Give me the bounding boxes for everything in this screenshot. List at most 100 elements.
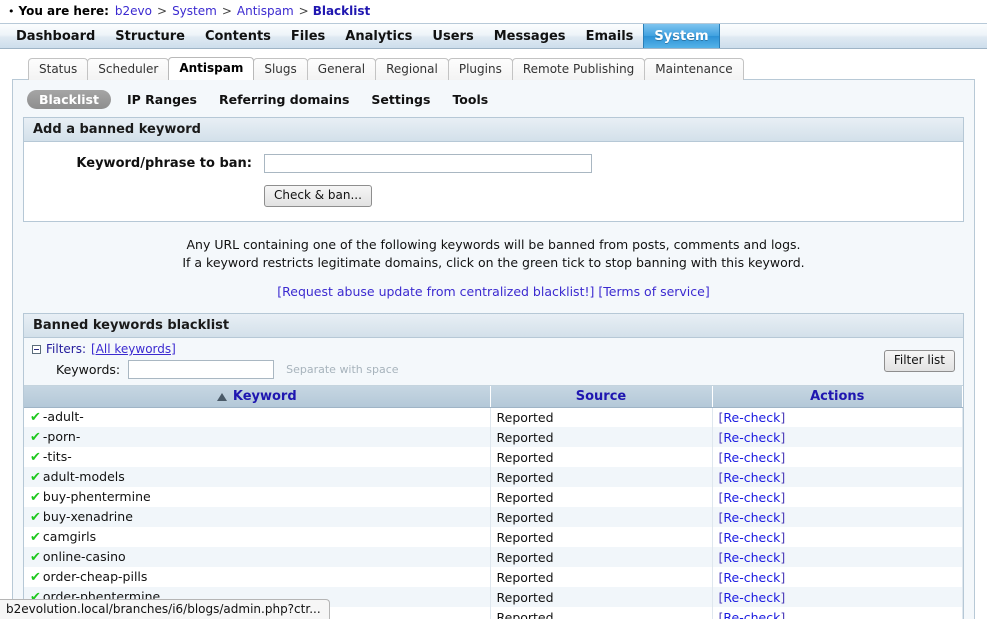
cell-keyword: ✔ camgirls (24, 527, 491, 547)
sort-ascending-icon (216, 392, 227, 401)
tab-plugins[interactable]: Plugins (447, 58, 513, 80)
cell-actions: [Re-check] (712, 507, 963, 527)
cell-actions: [Re-check] (712, 567, 963, 587)
cell-source: Reported (490, 427, 713, 447)
cell-keyword: ✔ buy-phentermine (24, 487, 491, 507)
keyword-ban-label: Keyword/phrase to ban: (76, 156, 252, 171)
sub-tab-bar: Blacklist IP Ranges Referring domains Setti… (23, 88, 964, 117)
tab-general[interactable]: General (306, 58, 377, 80)
subtab-settings[interactable]: Settings (371, 92, 430, 107)
keywords-filter-row: Keywords: Separate with space (32, 360, 955, 379)
green-tick-icon[interactable]: ✔ (30, 510, 41, 525)
tab-regional[interactable]: Regional (375, 58, 449, 80)
nav-item-structure[interactable]: Structure (105, 24, 195, 48)
nav-item-users[interactable]: Users (422, 24, 483, 48)
cell-source: Reported (490, 567, 713, 587)
recheck-link[interactable]: Re-check (723, 430, 780, 445)
breadcrumb-item-b2evo[interactable]: b2evo (115, 4, 152, 18)
cell-source: Reported (490, 467, 713, 487)
recheck-link[interactable]: Re-check (723, 590, 780, 605)
recheck-link[interactable]: Re-check (723, 510, 780, 525)
green-tick-icon[interactable]: ✔ (30, 530, 41, 545)
notes-line-1: Any URL containing one of the following … (186, 237, 801, 252)
cell-actions: [Re-check] (712, 487, 963, 507)
notes-links: [Request abuse update from centralized b… (23, 283, 964, 301)
add-banned-keyword-body: Keyword/phrase to ban: Check & ban... (24, 142, 963, 221)
keyword-text: adult-models (42, 469, 125, 484)
cell-keyword: ✔ buy-xenadrine (24, 507, 491, 527)
notes-line-2: If a keyword restricts legitimate domain… (182, 255, 805, 270)
green-tick-icon[interactable]: ✔ (30, 450, 41, 465)
nav-item-messages[interactable]: Messages (484, 24, 576, 48)
green-tick-icon[interactable]: ✔ (30, 490, 41, 505)
green-tick-icon[interactable]: ✔ (30, 410, 41, 425)
tab-antispam[interactable]: Antispam (168, 57, 255, 80)
breadcrumb-item-antispam[interactable]: Antispam (237, 4, 294, 18)
breadcrumb-separator: > (298, 4, 309, 18)
keyword-text: online-casino (42, 549, 126, 564)
cell-keyword: ✔ -adult- (24, 407, 491, 427)
bracket-close: ] (780, 449, 786, 465)
recheck-link[interactable]: Re-check (723, 410, 780, 425)
nav-item-files[interactable]: Files (281, 24, 335, 48)
subtab-blacklist[interactable]: Blacklist (27, 90, 111, 109)
recheck-link[interactable]: Re-check (723, 550, 780, 565)
recheck-link[interactable]: Re-check (723, 570, 780, 585)
column-header-actions-label: Actions (810, 388, 865, 404)
breadcrumb-bullet-icon: • (8, 4, 15, 18)
cell-actions: [Re-check] (712, 467, 963, 487)
keyword-text: camgirls (42, 529, 97, 544)
cell-source: Reported (490, 607, 713, 619)
nav-item-contents[interactable]: Contents (195, 24, 281, 48)
check-and-ban-button[interactable]: Check & ban... (264, 185, 372, 207)
table-row: ✔ online-casino Reported [Re-check] (24, 547, 963, 567)
green-tick-icon[interactable]: ✔ (30, 550, 41, 565)
tab-slugs[interactable]: Slugs (253, 58, 308, 80)
keyword-text: buy-phentermine (42, 489, 151, 504)
tab-scheduler[interactable]: Scheduler (87, 58, 170, 80)
add-banned-keyword-title: Add a banned keyword (24, 118, 963, 142)
keyword-text: -porn- (42, 429, 81, 444)
subtab-referring-domains[interactable]: Referring domains (219, 92, 349, 107)
keyword-ban-input[interactable] (264, 154, 592, 173)
request-abuse-update-link[interactable]: Request abuse update from centralized bl… (282, 284, 589, 299)
recheck-link[interactable]: Re-check (723, 490, 780, 505)
subtab-ip-ranges[interactable]: IP Ranges (127, 92, 197, 107)
nav-item-emails[interactable]: Emails (576, 24, 644, 48)
cell-actions: [Re-check] (712, 607, 963, 619)
bracket-close: ] (780, 409, 786, 425)
terms-of-service-link[interactable]: Terms of service (603, 284, 705, 299)
recheck-link[interactable]: Re-check (723, 470, 780, 485)
green-tick-icon[interactable]: ✔ (30, 570, 41, 585)
table-row: ✔ order-cheap-pills Reported [Re-check] (24, 567, 963, 587)
tab-status[interactable]: Status (28, 58, 89, 80)
table-row: ✔ -adult- Reported [Re-check] (24, 407, 963, 427)
green-tick-icon[interactable]: ✔ (30, 470, 41, 485)
filter-list-button[interactable]: Filter list (883, 350, 955, 372)
add-banned-keyword-panel: Add a banned keyword Keyword/phrase to b… (23, 117, 964, 222)
keywords-filter-input[interactable] (128, 360, 275, 379)
recheck-link[interactable]: Re-check (723, 450, 780, 465)
tab-maintenance[interactable]: Maintenance (644, 58, 744, 80)
cell-actions: [Re-check] (712, 407, 963, 427)
recheck-link[interactable]: Re-check (723, 610, 780, 619)
column-header-keyword[interactable]: Keyword (24, 386, 491, 408)
cell-keyword: ✔ adult-models (24, 467, 491, 487)
recheck-link[interactable]: Re-check (723, 530, 780, 545)
bracket-close: ] (780, 469, 786, 485)
column-header-source[interactable]: Source (490, 386, 713, 408)
nav-item-dashboard[interactable]: Dashboard (6, 24, 105, 48)
filters-value-link[interactable]: [All keywords] (91, 342, 176, 356)
tab-remote-publishing[interactable]: Remote Publishing (511, 58, 646, 80)
nav-item-analytics[interactable]: Analytics (335, 24, 422, 48)
collapse-icon[interactable] (32, 344, 41, 354)
cell-source: Reported (490, 547, 713, 567)
table-row: ✔ buy-xenadrine Reported [Re-check] (24, 507, 963, 527)
green-tick-icon[interactable]: ✔ (30, 430, 41, 445)
cell-actions: [Re-check] (712, 527, 963, 547)
browser-status-bar: b2evolution.local/branches/i6/blogs/admi… (0, 599, 330, 619)
breadcrumb-item-system[interactable]: System (172, 4, 217, 18)
nav-item-system[interactable]: System (643, 24, 720, 48)
subtab-tools[interactable]: Tools (452, 92, 488, 107)
cell-keyword: ✔ -porn- (24, 427, 491, 447)
